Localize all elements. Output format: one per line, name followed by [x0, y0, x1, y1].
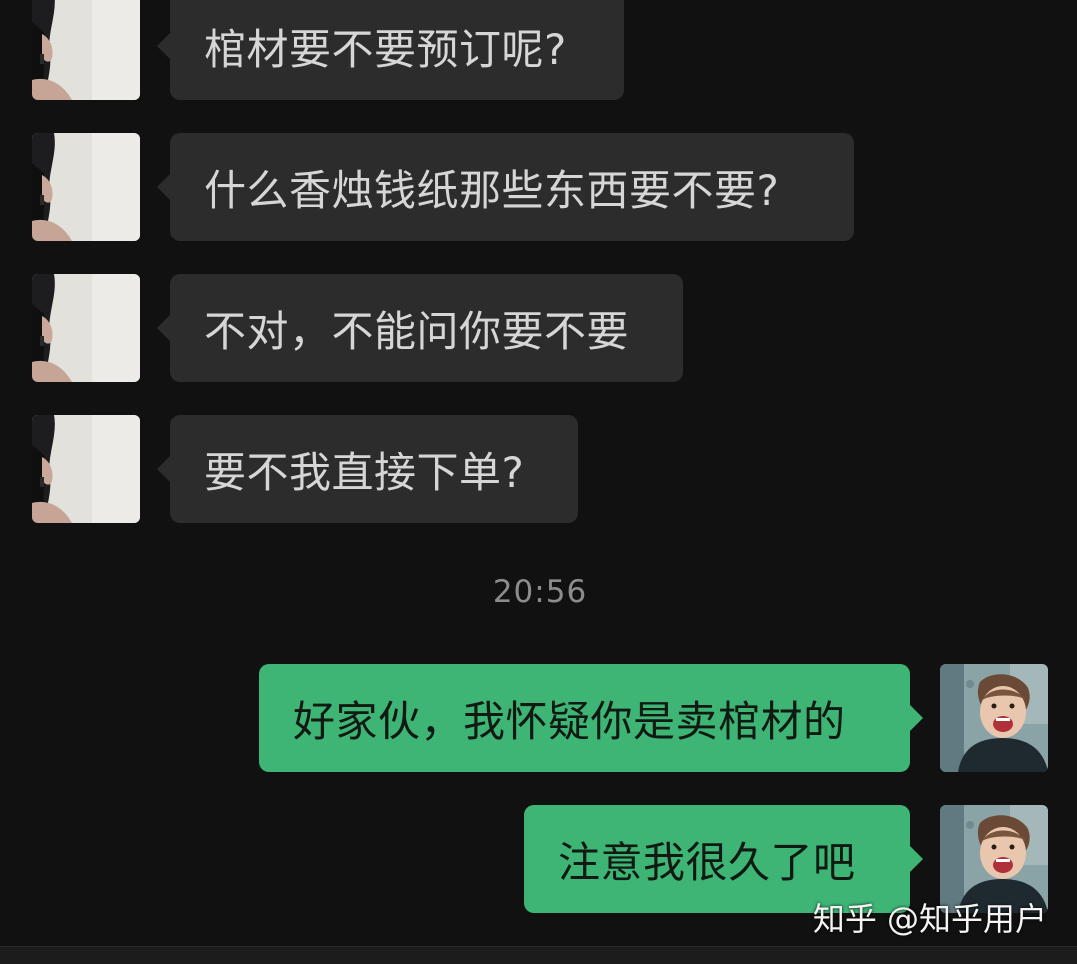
contact-avatar[interactable] — [32, 415, 140, 523]
incoming-message-bubble[interactable]: 什么香烛钱纸那些东西要不要? — [157, 133, 854, 241]
message-text: 好家伙，我怀疑你是卖棺材的 — [293, 696, 846, 746]
outgoing-message-bubble[interactable]: 好家伙，我怀疑你是卖棺材的 — [259, 664, 923, 772]
contact-avatar[interactable] — [32, 133, 140, 241]
input-bar-edge — [0, 946, 1077, 964]
message-text: 棺材要不要预订呢? — [204, 24, 567, 74]
message-timestamp: 20:56 — [492, 574, 588, 610]
chat-area[interactable]: 棺材要不要预订呢? 什么香烛钱纸那些东西要不要? 不对，不能问你要不要 要不我直… — [0, 0, 1077, 946]
own-avatar[interactable] — [940, 664, 1048, 772]
message-text: 什么香烛钱纸那些东西要不要? — [204, 165, 780, 215]
message-text: 注意我很久了吧 — [558, 837, 856, 887]
incoming-message-bubble[interactable]: 要不我直接下单? — [157, 415, 578, 523]
contact-avatar[interactable] — [32, 0, 140, 100]
message-text: 不对，不能问你要不要 — [204, 306, 630, 356]
contact-avatar[interactable] — [32, 274, 140, 382]
message-text: 要不我直接下单? — [204, 447, 525, 497]
zhihu-watermark: 知乎 @知乎用户 — [812, 900, 1047, 938]
incoming-message-bubble[interactable]: 棺材要不要预订呢? — [157, 0, 624, 100]
incoming-message-bubble[interactable]: 不对，不能问你要不要 — [157, 274, 683, 382]
